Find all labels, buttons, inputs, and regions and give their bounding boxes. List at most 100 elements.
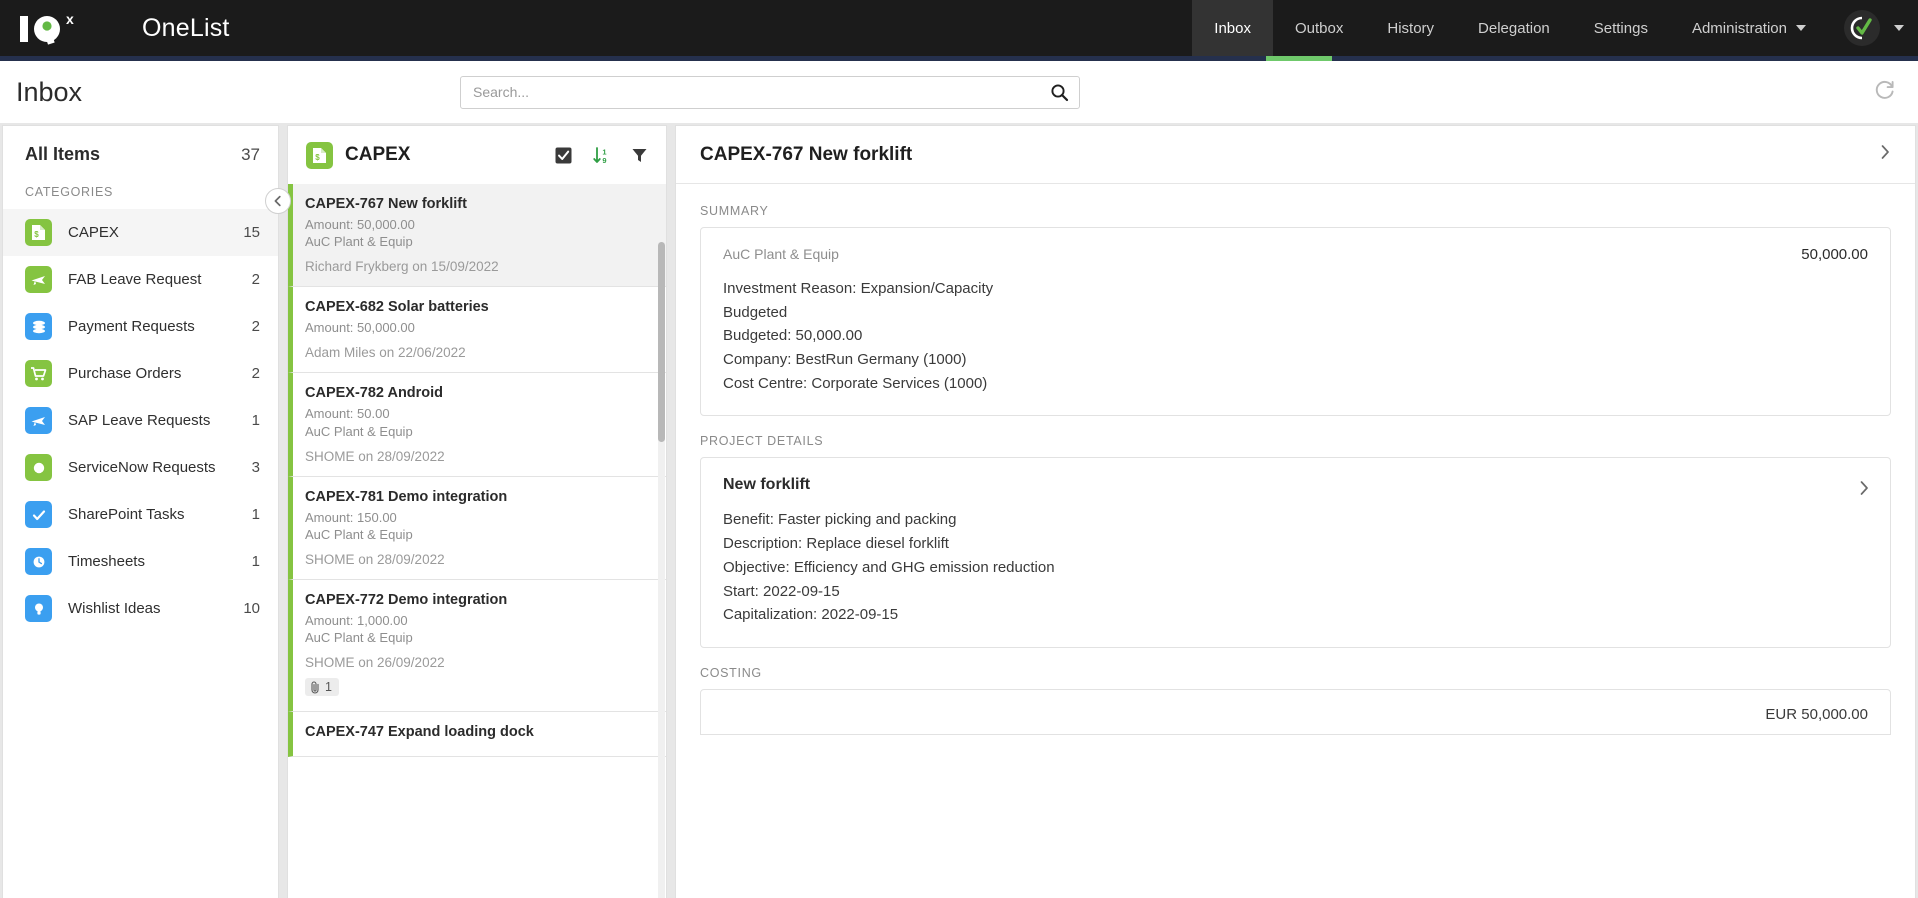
list-scrollbar[interactable]: [658, 242, 665, 898]
sidebar-item-count: 2: [251, 271, 260, 288]
user-menu[interactable]: [1828, 0, 1918, 56]
sidebar-item-purchase-orders[interactable]: Purchase Orders 2: [3, 350, 278, 397]
summary-line: Investment Reason: Expansion/Capacity: [723, 280, 994, 297]
brand-logo[interactable]: x OneList: [0, 0, 230, 56]
list-panel-title: CAPEX: [345, 144, 411, 165]
list-items-container: CAPEX-767 New forklift Amount: 50,000.00…: [288, 184, 666, 898]
sidebar-item-sharepoint-tasks[interactable]: SharePoint Tasks 1: [3, 491, 278, 538]
summary-account: AuC Plant & Equip: [723, 246, 839, 262]
list-item[interactable]: CAPEX-781 Demo integration Amount: 150.0…: [288, 476, 666, 581]
sidebar: All Items 37 CATEGORIES $ CAPEX 15 FAB L…: [2, 125, 291, 898]
shopping-cart-icon: [25, 360, 52, 387]
checkbox-checked-icon: [555, 147, 571, 163]
svg-text:9: 9: [602, 156, 606, 165]
sidebar-item-timesheets[interactable]: Timesheets 1: [3, 538, 278, 585]
chevron-down-icon: [1796, 25, 1806, 31]
sort-ascending-icon: 1 9: [592, 146, 606, 165]
sidebar-item-all-items[interactable]: All Items 37: [3, 126, 278, 179]
nav-item-outbox[interactable]: Outbox: [1273, 0, 1365, 56]
project-line: Description: Replace diesel forklift: [723, 535, 949, 553]
project-title: New forklift: [723, 476, 811, 494]
list-item-title: CAPEX-781 Demo integration: [305, 488, 508, 505]
sub-header: Inbox: [0, 61, 1918, 123]
nav-item-inbox[interactable]: Inbox: [1192, 0, 1273, 56]
filter-button[interactable]: [626, 142, 652, 168]
list-item-title: CAPEX-772 Demo integration: [305, 592, 508, 609]
detail-header: CAPEX-767 New forklift: [676, 126, 1915, 184]
list-item-account: AuC Plant & Equip: [305, 234, 413, 250]
list-item-meta: SHOME on 28/09/2022: [305, 448, 445, 464]
search-box[interactable]: [460, 75, 1080, 109]
project-line: Benefit: Faster picking and packing: [723, 511, 957, 529]
sidebar-item-sap-leave-requests[interactable]: SAP Leave Requests 1: [3, 397, 278, 444]
list-item[interactable]: CAPEX-747 Expand loading dock: [288, 711, 666, 757]
sidebar-item-label: Purchase Orders: [68, 365, 182, 382]
sidebar-item-count: 2: [251, 318, 260, 335]
list-item-meta: Richard Frykberg on 15/09/2022: [305, 259, 499, 275]
search-button[interactable]: [1039, 77, 1079, 108]
nav-item-settings[interactable]: Settings: [1572, 0, 1670, 56]
list-item-meta: SHOME on 26/09/2022: [305, 655, 445, 671]
nav-item-history[interactable]: History: [1365, 0, 1456, 56]
airplane-icon: [25, 407, 52, 434]
list-item-account: AuC Plant & Equip: [305, 526, 413, 542]
attachment-badge[interactable]: 1: [305, 678, 339, 697]
nav-item-administration[interactable]: Administration: [1670, 0, 1828, 56]
sidebar-item-count: 10: [243, 600, 260, 617]
main-body: All Items 37 CATEGORIES $ CAPEX 15 FAB L…: [0, 123, 1918, 898]
sidebar-item-wishlist-ideas[interactable]: Wishlist Ideas 10: [3, 585, 278, 632]
sort-button[interactable]: 1 9: [588, 142, 614, 168]
filter-funnel-icon: [632, 148, 646, 162]
nav-label: Inbox: [1214, 19, 1251, 37]
list-item[interactable]: CAPEX-782 Android Amount: 50.00 AuC Plan…: [288, 373, 666, 477]
sidebar-item-count: 2: [251, 365, 260, 382]
paperclip-icon: [311, 681, 319, 694]
attachment-count: 1: [325, 680, 332, 695]
project-details-expand-button[interactable]: [1856, 480, 1872, 501]
document-dollar-icon: $: [306, 141, 333, 169]
detail-panel: CAPEX-767 New forklift SUMMARY AuC Plant…: [675, 125, 1916, 898]
project-line: Start: 2022-09-15: [723, 582, 840, 600]
detail-expand-button[interactable]: [1877, 144, 1893, 165]
chevron-right-icon: [1860, 481, 1868, 496]
summary-section-label: SUMMARY: [700, 204, 769, 218]
document-dollar-icon: $: [25, 219, 52, 246]
nav-label: Administration: [1691, 19, 1787, 37]
nav-label: Delegation: [1478, 19, 1550, 37]
chevron-down-icon[interactable]: [1894, 25, 1904, 31]
list-item[interactable]: CAPEX-682 Solar batteries Amount: 50,000…: [288, 287, 666, 374]
detail-title: CAPEX-767 New forklift: [700, 143, 913, 165]
project-details-card[interactable]: New forklift Benefit: Faster picking and…: [700, 457, 1891, 648]
avatar[interactable]: [1844, 10, 1880, 46]
sidebar-item-label: FAB Leave Request: [68, 271, 202, 288]
select-all-button[interactable]: [550, 142, 576, 168]
costing-section-label: COSTING: [700, 665, 762, 680]
list-item[interactable]: CAPEX-772 Demo integration Amount: 1,000…: [288, 580, 666, 712]
sidebar-item-label: SharePoint Tasks: [68, 506, 185, 523]
list-item[interactable]: CAPEX-767 New forklift Amount: 50,000.00…: [288, 184, 666, 288]
detail-body: SUMMARY AuC Plant & Equip 50,000.00 Inve…: [676, 184, 1915, 898]
nav-label: Settings: [1593, 19, 1648, 37]
list-item-title: CAPEX-767 New forklift: [305, 196, 467, 212]
check-icon: [25, 501, 52, 528]
list-panel-header: $ CAPEX 1 9: [288, 126, 666, 184]
sidebar-collapse-button[interactable]: [265, 188, 291, 214]
list-scrollbar-thumb[interactable]: [658, 242, 665, 442]
summary-line: Budgeted: 50,000.00: [723, 327, 863, 345]
nav-item-delegation[interactable]: Delegation: [1456, 0, 1572, 56]
sidebar-item-count: 1: [251, 506, 260, 523]
list-item-amount: Amount: 1,000.00: [305, 613, 408, 629]
brand-name: OneList: [142, 13, 230, 42]
sidebar-item-servicenow-requests[interactable]: ServiceNow Requests 3: [3, 444, 278, 491]
sidebar-item-label: Payment Requests: [68, 318, 195, 335]
summary-card: AuC Plant & Equip 50,000.00 Investment R…: [700, 227, 1891, 417]
sidebar-item-payment-requests[interactable]: Payment Requests 2: [3, 303, 278, 350]
refresh-button[interactable]: [1874, 79, 1896, 106]
list-item-account: AuC Plant & Equip: [305, 630, 413, 646]
sidebar-item-fab-leave-request[interactable]: FAB Leave Request 2: [3, 256, 278, 303]
top-navigation-bar: x OneList Inbox Outbox History Delegatio…: [0, 0, 1918, 56]
user-avatar-check-icon: [1850, 16, 1872, 40]
sidebar-item-capex[interactable]: $ CAPEX 15: [3, 209, 278, 256]
search-input[interactable]: [461, 84, 1039, 100]
